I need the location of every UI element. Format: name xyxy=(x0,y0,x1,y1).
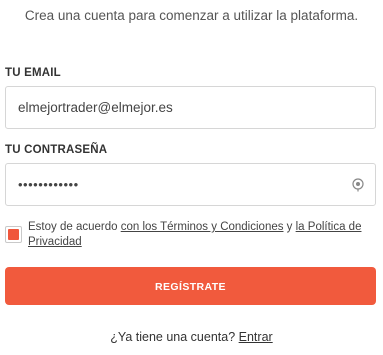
email-label: TU EMAIL xyxy=(5,67,61,79)
password-label: TU CONTRASEÑA xyxy=(5,144,108,156)
eye-icon[interactable] xyxy=(351,178,365,192)
terms-prefix: Estoy de acuerdo xyxy=(28,221,121,233)
email-field-container xyxy=(5,86,376,129)
login-question: ¿Ya tiene una cuenta? xyxy=(110,330,239,344)
password-field[interactable] xyxy=(18,164,348,205)
password-field-container xyxy=(5,163,376,206)
register-button[interactable]: REGÍSTRATE xyxy=(5,267,376,305)
terms-middle: y xyxy=(283,221,296,233)
email-field[interactable] xyxy=(18,87,348,128)
login-prompt: ¿Ya tiene una cuenta? Entrar xyxy=(0,330,383,344)
login-link[interactable]: Entrar xyxy=(239,330,273,344)
terms-link[interactable]: con los Términos y Condiciones xyxy=(121,221,284,233)
form-subtitle: Crea una cuenta para comenzar a utilizar… xyxy=(24,8,359,23)
checkbox-checked-mark xyxy=(8,229,19,240)
terms-text: Estoy de acuerdo con los Términos y Cond… xyxy=(28,220,373,250)
terms-checkbox[interactable] xyxy=(5,226,22,243)
